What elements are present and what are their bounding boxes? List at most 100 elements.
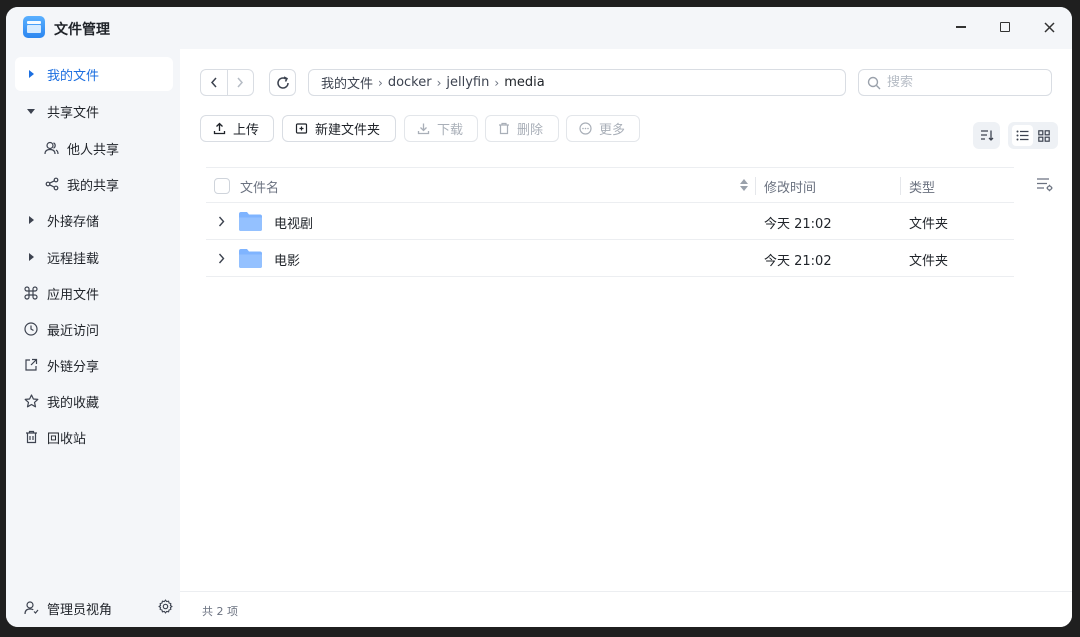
sidebar-item-shared-files[interactable]: 共享文件 (15, 94, 173, 128)
chevron-right-icon[interactable] (218, 216, 225, 231)
breadcrumb[interactable]: 我的文件 › docker › jellyfin › media (308, 69, 846, 96)
chevron-right-icon[interactable] (218, 253, 225, 268)
file-manager-app-icon (23, 16, 45, 38)
file-name[interactable]: 电视剧 (274, 213, 313, 232)
sidebar-item-label: 外链分享 (47, 359, 100, 375)
chevron-left-icon (210, 77, 217, 88)
sidebar-item-label: 我的收藏 (47, 395, 100, 411)
sidebar-item-label: 远程挂载 (47, 251, 100, 267)
sidebar-item-label: 最近访问 (47, 323, 100, 339)
back-button[interactable] (201, 70, 227, 95)
view-toggle (1008, 122, 1058, 149)
sidebar-item-external-storage[interactable]: 外接存储 (15, 203, 173, 237)
folder-icon (238, 248, 263, 273)
new-folder-icon (295, 122, 308, 135)
sidebar-item-favorites[interactable]: 我的收藏 (15, 384, 173, 418)
sort-button[interactable] (973, 122, 1000, 149)
more-label: 更多 (599, 123, 626, 138)
admin-view-toggle[interactable]: 管理员视角 (15, 597, 173, 619)
breadcrumb-item[interactable]: jellyfin (446, 75, 489, 90)
column-header-name[interactable]: 文件名 (240, 177, 279, 196)
sidebar-item-my-shares[interactable]: 我的共享 (15, 167, 173, 201)
new-folder-label: 新建文件夹 (315, 123, 381, 138)
forward-button[interactable] (228, 70, 254, 95)
item-count: 共 2 项 (202, 605, 238, 618)
download-icon (417, 122, 430, 135)
sidebar-item-label: 外接存储 (47, 214, 100, 230)
caret-right-icon[interactable] (15, 216, 47, 224)
grid-view-button[interactable] (1034, 125, 1055, 146)
minimize-icon (956, 26, 966, 28)
file-type: 文件夹 (909, 217, 949, 232)
sidebar-item-remote-mount[interactable]: 远程挂载 (15, 240, 173, 274)
window-title: 文件管理 (54, 22, 110, 38)
sort-arrows-icon[interactable] (740, 179, 748, 191)
chevron-right-icon (237, 77, 244, 88)
table-header: 文件名 修改时间 类型 (206, 167, 1014, 203)
column-divider[interactable] (900, 177, 901, 195)
status-bar: 共 2 项 (180, 591, 1072, 627)
column-header-modified[interactable]: 修改时间 (764, 177, 816, 196)
modified-time: 今天 21:02 (764, 217, 832, 232)
upload-icon (213, 122, 226, 135)
caret-right-icon[interactable] (15, 70, 47, 78)
more-button[interactable]: 更多 (566, 115, 640, 142)
list-view-icon (1016, 130, 1028, 141)
sidebar-item-label: 他人共享 (67, 142, 120, 158)
select-all-checkbox[interactable] (214, 178, 230, 194)
delete-label: 删除 (517, 123, 544, 138)
table-row[interactable]: 电影 今天 21:02 文件夹 (206, 240, 1014, 277)
command-icon (15, 286, 47, 300)
column-divider[interactable] (755, 177, 756, 195)
sidebar-item-label: 回收站 (47, 431, 87, 447)
sidebar-item-recycle-bin[interactable]: 回收站 (15, 420, 173, 454)
trash-icon (498, 122, 510, 135)
table-row[interactable]: 电视剧 今天 21:02 文件夹 (206, 203, 1014, 240)
column-header-type[interactable]: 类型 (909, 177, 935, 196)
sidebar-item-app-files[interactable]: 应用文件 (15, 276, 173, 310)
sidebar-item-shared-with-me[interactable]: 他人共享 (15, 131, 173, 165)
sidebar-item-label: 我的共享 (67, 178, 120, 194)
refresh-button[interactable] (269, 69, 296, 96)
external-link-icon (15, 358, 47, 372)
breadcrumb-item[interactable]: docker (388, 75, 432, 90)
sidebar-item-label: 共享文件 (47, 105, 100, 121)
caret-down-icon[interactable] (15, 108, 47, 114)
file-name[interactable]: 电影 (274, 250, 300, 269)
file-manager-window: 文件管理 我的文件 共享文件 他人共享 我的共享 外接存储 远程挂载 应用文件 … (6, 7, 1072, 627)
admin-user-icon (15, 601, 47, 615)
sidebar-item-my-files[interactable]: 我的文件 (15, 57, 173, 91)
breadcrumb-item[interactable]: media (504, 75, 545, 90)
download-button[interactable]: 下载 (404, 115, 478, 142)
list-view-button[interactable] (1011, 125, 1033, 146)
breadcrumb-item[interactable]: 我的文件 (321, 73, 373, 92)
clock-icon (15, 322, 47, 336)
sidebar: 我的文件 共享文件 他人共享 我的共享 外接存储 远程挂载 应用文件 最近访问 … (6, 49, 180, 627)
admin-view-label: 管理员视角 (47, 602, 113, 618)
close-icon (1043, 21, 1055, 33)
column-settings-icon (1037, 178, 1053, 192)
file-type: 文件夹 (909, 254, 949, 269)
users-icon (15, 141, 67, 155)
delete-button[interactable]: 删除 (485, 115, 559, 142)
trash-icon (15, 430, 47, 444)
share-icon (15, 177, 67, 191)
chevron-right-icon: › (436, 75, 442, 90)
gear-icon[interactable] (158, 599, 173, 618)
sidebar-item-link-share[interactable]: 外链分享 (15, 348, 173, 382)
sidebar-item-label: 应用文件 (47, 287, 100, 303)
title-bar: 文件管理 (6, 7, 1072, 49)
close-button[interactable] (1040, 18, 1058, 36)
folder-icon (238, 211, 263, 236)
sidebar-item-recent[interactable]: 最近访问 (15, 312, 173, 346)
maximize-button[interactable] (996, 18, 1014, 36)
star-icon (15, 394, 47, 408)
column-settings-button[interactable] (1036, 177, 1054, 196)
sort-icon (980, 130, 993, 141)
search-input[interactable] (887, 75, 1037, 90)
minimize-button[interactable] (952, 18, 970, 36)
new-folder-button[interactable]: 新建文件夹 (282, 115, 396, 142)
caret-right-icon[interactable] (15, 253, 47, 261)
search-box[interactable] (858, 69, 1052, 96)
upload-button[interactable]: 上传 (200, 115, 274, 142)
